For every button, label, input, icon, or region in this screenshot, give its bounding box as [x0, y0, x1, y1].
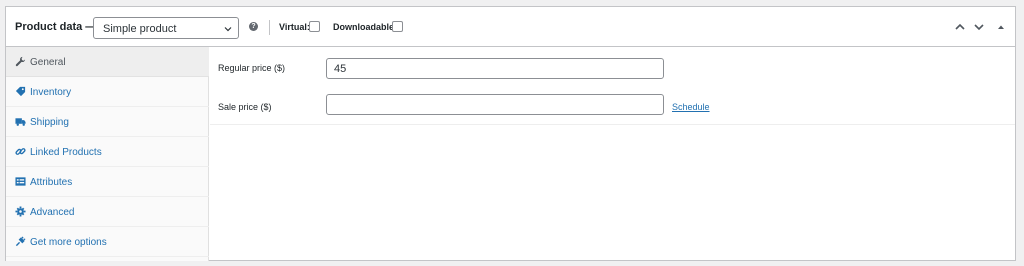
product-data-tabs: General Inventory Shipping Linked Produc… — [6, 47, 209, 261]
chevron-down-icon — [224, 27, 232, 32]
downloadable-checkbox[interactable] — [392, 21, 403, 32]
tab-label: Advanced — [30, 207, 75, 218]
tab-inventory[interactable]: Inventory — [6, 77, 209, 107]
tab-linked-products[interactable]: Linked Products — [6, 137, 209, 167]
virtual-label: Virtual: — [279, 22, 310, 32]
truck-icon — [15, 118, 26, 126]
virtual-checkbox[interactable] — [309, 21, 320, 32]
wrench-icon — [15, 56, 26, 67]
tag-icon — [15, 86, 26, 97]
header-divider — [269, 20, 270, 35]
tab-get-more-options[interactable]: Get more options — [6, 227, 209, 257]
product-data-title: Product data — — [15, 21, 97, 33]
product-data-panel: Product data — Simple product ? Virtual:… — [5, 6, 1016, 261]
tab-label: Linked Products — [30, 147, 102, 158]
product-data-header: Product data — Simple product ? Virtual:… — [6, 7, 1015, 47]
tab-label: General — [30, 57, 66, 68]
regular-price-label: Regular price ($) — [218, 63, 286, 73]
tab-label: Inventory — [30, 87, 72, 98]
schedule-link[interactable]: Schedule — [672, 102, 710, 112]
sale-price-label: Sale price ($) — [218, 102, 272, 112]
help-icon[interactable]: ? — [249, 22, 258, 31]
tab-label: Attributes — [30, 177, 73, 188]
list-icon — [15, 177, 26, 186]
product-type-select[interactable]: Simple product — [93, 17, 239, 39]
gear-icon — [15, 206, 26, 217]
collapse-toggle-icon[interactable] — [995, 21, 1007, 33]
link-icon — [15, 148, 26, 155]
tab-label: Get more options — [30, 237, 107, 248]
general-tab-panel: Regular price ($) 45 Sale price ($) Sche… — [210, 47, 1015, 125]
plugin-icon — [15, 236, 26, 247]
regular-price-input[interactable]: 45 — [326, 58, 664, 79]
regular-price-value: 45 — [334, 63, 347, 75]
tab-advanced[interactable]: Advanced — [6, 197, 209, 227]
product-type-value: Simple product — [103, 23, 177, 35]
move-up-icon[interactable] — [954, 21, 966, 33]
move-down-icon[interactable] — [973, 21, 985, 33]
sale-price-input[interactable] — [326, 94, 664, 115]
downloadable-label: Downloadable: — [333, 22, 398, 32]
tab-attributes[interactable]: Attributes — [6, 167, 209, 197]
tab-shipping[interactable]: Shipping — [6, 107, 209, 137]
tab-general[interactable]: General — [6, 47, 209, 77]
tab-label: Shipping — [30, 117, 69, 128]
